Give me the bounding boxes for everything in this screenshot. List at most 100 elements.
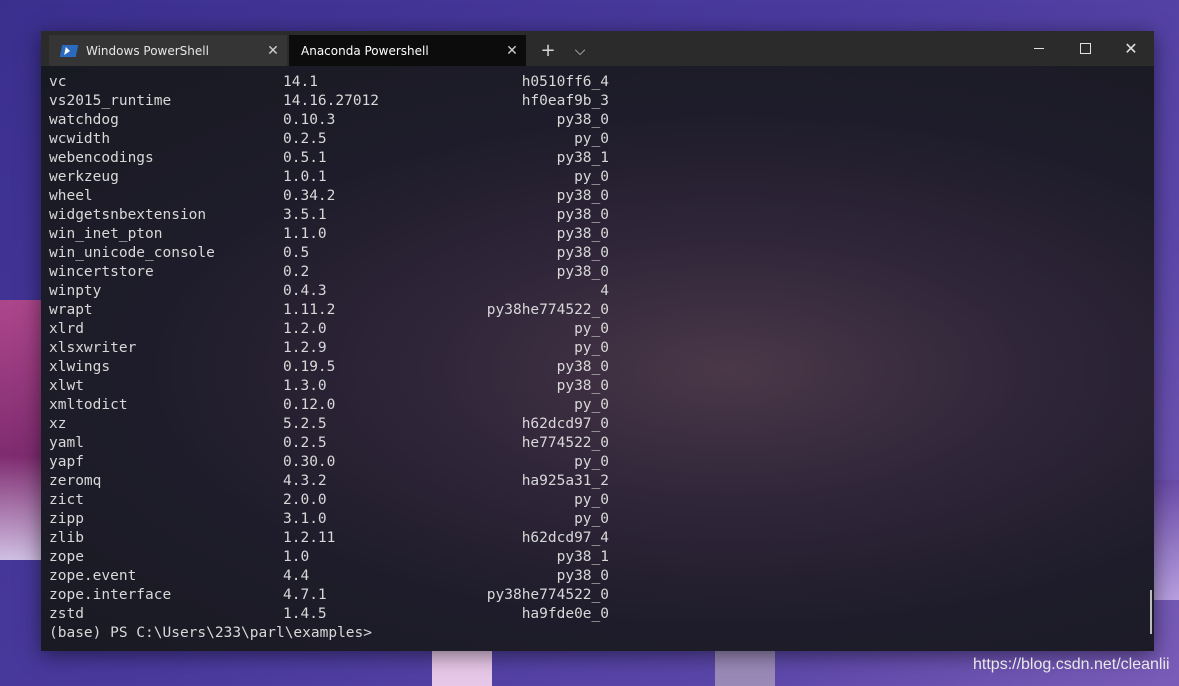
package-name: wheel (49, 188, 93, 204)
package-row: zeromq 4.3.2 ha925a31_2 (49, 473, 609, 492)
package-build: py38_0 (556, 226, 609, 242)
terminal-output[interactable]: (base) PS C:\Users\233\parl\examples> vc… (41, 66, 1154, 651)
package-version: 1.0.1 (283, 169, 327, 185)
package-build: py_0 (574, 492, 609, 508)
package-name: widgetsnbextension (49, 207, 207, 223)
package-version: 0.30.0 (283, 454, 336, 470)
close-icon[interactable]: ✕ (498, 43, 526, 59)
package-version: 0.19.5 (283, 359, 336, 375)
watermark-text: https://blog.csdn.net/cleanlii (973, 656, 1170, 673)
package-version: 0.10.3 (283, 112, 336, 128)
chevron-down-icon[interactable]: ⌵ (563, 35, 597, 66)
tab-label: Anaconda Powershell (301, 43, 429, 58)
package-name: zope.event (49, 568, 137, 584)
tab-windows-powershell[interactable]: Windows PowerShell ✕ (49, 35, 287, 66)
close-window-button[interactable]: ✕ (1108, 31, 1154, 66)
package-name: zope.interface (49, 587, 172, 603)
package-version: 5.2.5 (283, 416, 327, 432)
package-name: wrapt (49, 302, 93, 318)
scrollbar[interactable] (1150, 590, 1152, 634)
package-row: zict 2.0.0 py_0 (49, 492, 609, 511)
terminal-window: Windows PowerShell ✕ Anaconda Powershell… (41, 31, 1154, 651)
package-name: xlwings (49, 359, 111, 375)
package-row: zope.interface 4.7.1 py38he774522_0 (49, 587, 609, 606)
package-name: zict (49, 492, 84, 508)
package-name: win_unicode_console (49, 245, 215, 261)
package-version: 1.2.9 (283, 340, 327, 356)
package-build: py_0 (574, 321, 609, 337)
package-row: winpty 0.4.3 4 (49, 283, 609, 302)
maximize-button[interactable] (1062, 31, 1108, 66)
package-build: he774522_0 (521, 435, 609, 451)
package-name: zope (49, 549, 84, 565)
package-version: 0.2 (283, 264, 310, 280)
package-version: 4.7.1 (283, 587, 327, 603)
package-version: 0.4.3 (283, 283, 327, 299)
package-name: zlib (49, 530, 84, 546)
package-row: yaml 0.2.5 he774522_0 (49, 435, 609, 454)
new-tab-button[interactable]: + (531, 35, 565, 66)
package-version: 1.4.5 (283, 606, 327, 622)
package-name: zeromq (49, 473, 102, 489)
package-version: 14.16.27012 (283, 93, 380, 109)
package-version: 0.34.2 (283, 188, 336, 204)
package-name: xmltodict (49, 397, 128, 413)
package-version: 0.12.0 (283, 397, 336, 413)
package-name: wincertstore (49, 264, 154, 280)
package-build: py38he774522_0 (486, 302, 609, 318)
package-row: zope 1.0 py38_1 (49, 549, 609, 568)
package-name: watchdog (49, 112, 119, 128)
package-version: 0.5.1 (283, 150, 327, 166)
package-name: vc (49, 74, 67, 90)
package-build: py_0 (574, 131, 609, 147)
package-version: 1.2.11 (283, 530, 336, 546)
package-name: werkzeug (49, 169, 119, 185)
package-build: py_0 (574, 169, 609, 185)
title-bar[interactable]: Windows PowerShell ✕ Anaconda Powershell… (41, 31, 1154, 66)
package-build: py_0 (574, 511, 609, 527)
minimize-icon (1034, 48, 1044, 49)
tab-anaconda-powershell[interactable]: Anaconda Powershell ✕ (289, 35, 526, 66)
close-icon[interactable]: ✕ (259, 43, 287, 59)
package-row: zstd 1.4.5 ha9fde0e_0 (49, 606, 609, 625)
package-row: xz 5.2.5 h62dcd97_0 (49, 416, 609, 435)
package-row: wrapt 1.11.2 py38he774522_0 (49, 302, 609, 321)
package-build: py_0 (574, 397, 609, 413)
package-row: werkzeug 1.0.1 py_0 (49, 169, 609, 188)
package-name: win_inet_pton (49, 226, 163, 242)
package-version: 3.5.1 (283, 207, 327, 223)
package-row: xlrd 1.2.0 py_0 (49, 321, 609, 340)
package-build: py38_0 (556, 207, 609, 223)
package-version: 2.0.0 (283, 492, 327, 508)
powershell-icon (59, 44, 79, 57)
package-row: xlsxwriter 1.2.9 py_0 (49, 340, 609, 359)
package-version: 0.2.5 (283, 435, 327, 451)
package-version: 1.3.0 (283, 378, 327, 394)
package-row: vc 14.1 h0510ff6_4 (49, 74, 609, 93)
package-name: vs2015_runtime (49, 93, 172, 109)
package-row: wheel 0.34.2 py38_0 (49, 188, 609, 207)
package-build: hf0eaf9b_3 (521, 93, 609, 109)
package-row: watchdog 0.10.3 py38_0 (49, 112, 609, 131)
tab-label: Windows PowerShell (86, 43, 209, 58)
package-name: yapf (49, 454, 84, 470)
package-row: wincertstore 0.2 py38_0 (49, 264, 609, 283)
package-version: 0.2.5 (283, 131, 327, 147)
background-decoration (715, 650, 775, 686)
package-name: xz (49, 416, 67, 432)
package-build: h62dcd97_4 (521, 530, 609, 546)
package-row: yapf 0.30.0 py_0 (49, 454, 609, 473)
package-build: py38_1 (556, 549, 609, 565)
package-version: 1.2.0 (283, 321, 327, 337)
package-build: py38_0 (556, 359, 609, 375)
command-prompt[interactable]: (base) PS C:\Users\233\parl\examples> (49, 625, 372, 641)
package-build: py38_0 (556, 112, 609, 128)
package-build: ha925a31_2 (521, 473, 609, 489)
package-name: winpty (49, 283, 102, 299)
package-build: py38_0 (556, 188, 609, 204)
minimize-button[interactable] (1016, 31, 1062, 66)
package-build: py_0 (574, 454, 609, 470)
package-name: zipp (49, 511, 84, 527)
package-row: win_unicode_console 0.5 py38_0 (49, 245, 609, 264)
package-build: py_0 (574, 340, 609, 356)
